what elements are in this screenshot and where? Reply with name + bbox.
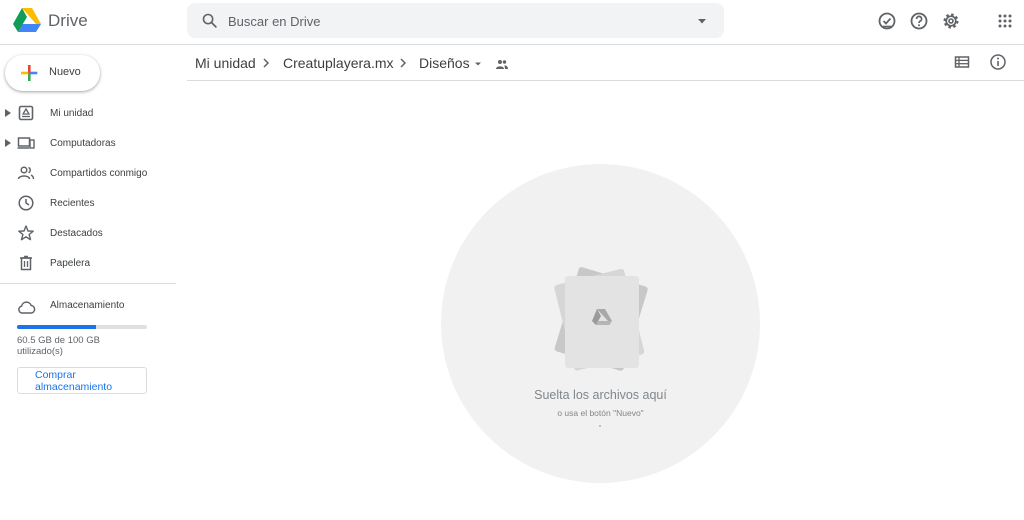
drive-logo-icon[interactable]: [13, 7, 41, 33]
shared-icon: [17, 166, 35, 180]
folder-menu-chevron-down-icon[interactable]: [472, 58, 484, 70]
info-icon[interactable]: [989, 53, 1007, 71]
sidebar-item-label: Recientes: [50, 198, 95, 209]
my-drive-icon: [18, 105, 34, 121]
breadcrumb-item-folder[interactable]: Creatuplayera.mx: [283, 55, 394, 71]
cloud-icon: [18, 301, 36, 314]
drop-zone[interactable]: Suelta los archivos aquí o usa el botón …: [441, 164, 760, 483]
buy-storage-button[interactable]: Comprar almacenamiento: [17, 367, 147, 394]
sidebar-item-label: Compartidos conmigo: [50, 168, 148, 179]
sidebar-item-shared[interactable]: Compartidos conmigo: [0, 158, 176, 188]
sidebar-item-label: Papelera: [50, 258, 91, 269]
plus-icon: [21, 65, 38, 81]
computers-icon: [17, 137, 35, 149]
new-button[interactable]: Nuevo: [5, 55, 100, 91]
storage-progress-fill: [17, 325, 96, 329]
storage-usage-text: 60.5 GB de 100 GB utilizado(s): [17, 335, 100, 357]
sidebar-item-recent[interactable]: Recientes: [0, 188, 176, 218]
breadcrumb-item-my-drive[interactable]: Mi unidad: [195, 55, 256, 71]
shared-folder-icon: [496, 60, 508, 69]
star-icon: [18, 225, 34, 241]
sidebar-item-computers[interactable]: Computadoras: [0, 128, 176, 158]
search-input[interactable]: [228, 11, 668, 31]
sidebar-item-my-drive[interactable]: Mi unidad: [0, 98, 176, 128]
sidebar-item-starred[interactable]: Destacados: [0, 218, 176, 248]
app-name[interactable]: Drive: [48, 11, 88, 31]
search-bar[interactable]: [187, 3, 724, 38]
breadcrumb: Mi unidad Creatuplayera.mx Diseños: [187, 45, 1024, 81]
top-bar: Drive: [0, 0, 1024, 45]
search-options-chevron-down-icon[interactable]: [695, 14, 709, 28]
storage-section: Almacenamiento 60.5 GB de 100 GB utiliza…: [0, 294, 176, 404]
expand-arrow-icon[interactable]: [5, 109, 11, 117]
search-icon[interactable]: [201, 12, 218, 29]
sidebar-divider: [0, 283, 176, 284]
offline-check-icon[interactable]: [876, 10, 898, 32]
storage-progress-bar: [17, 325, 147, 329]
chevron-right-icon: [400, 58, 407, 68]
drop-zone-dot: [599, 425, 601, 427]
list-view-icon[interactable]: [953, 53, 971, 71]
new-button-label: Nuevo: [49, 66, 81, 78]
settings-icon[interactable]: [940, 10, 962, 32]
sidebar-item-trash[interactable]: Papelera: [0, 248, 176, 278]
clock-icon: [18, 195, 34, 211]
storage-label[interactable]: Almacenamiento: [50, 300, 124, 311]
apps-grid-icon[interactable]: [994, 10, 1016, 32]
sidebar-item-label: Mi unidad: [50, 108, 94, 119]
sidebar-item-label: Computadoras: [50, 138, 116, 149]
trash-icon: [20, 255, 32, 271]
breadcrumb-item-current-folder[interactable]: Diseños: [419, 55, 470, 71]
help-icon[interactable]: [908, 10, 930, 32]
sidebar-item-label: Destacados: [50, 228, 103, 239]
drive-files-illustration: [554, 267, 648, 371]
chevron-right-icon: [263, 58, 270, 68]
drop-zone-subtitle: o usa el botón "Nuevo": [557, 408, 644, 418]
expand-arrow-icon[interactable]: [5, 139, 11, 147]
sidebar-nav: Mi unidad Computadoras Compartidos conmi…: [0, 98, 176, 278]
drop-zone-title: Suelta los archivos aquí: [534, 388, 667, 402]
